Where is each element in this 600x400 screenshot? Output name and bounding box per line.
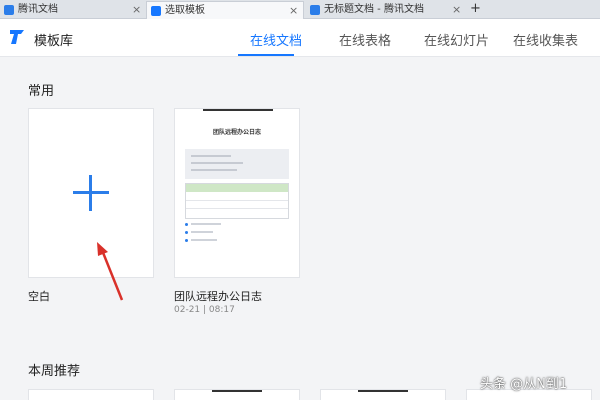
browser-tab-tencent-docs[interactable]: 腾讯文档 × — [0, 1, 146, 19]
preview-title: 团队远程办公日志 — [212, 129, 261, 136]
blank-template-card[interactable] — [28, 108, 154, 278]
nav-online-forms[interactable]: 在线收集表 — [513, 30, 578, 49]
close-icon[interactable]: × — [132, 1, 141, 19]
template-card-remote-log[interactable]: 团队远程办公日志 — [174, 108, 300, 278]
tab-label: 无标题文档 - 腾讯文档 — [324, 4, 424, 15]
nav-active-underline — [238, 54, 294, 56]
section-title-common: 常用 — [28, 84, 55, 99]
section-title-weekly: 本周推荐 — [28, 364, 81, 379]
nav-online-sheets[interactable]: 在线表格 — [339, 30, 391, 49]
tencent-docs-icon — [4, 5, 14, 15]
close-icon[interactable]: × — [452, 1, 461, 19]
watermark: 头条 @从N到1 — [480, 377, 568, 392]
nav-online-slides[interactable]: 在线幻灯片 — [424, 30, 489, 49]
recommended-card[interactable] — [28, 389, 154, 400]
preview-bullet — [185, 231, 188, 234]
tab-label: 选取模板 — [165, 5, 205, 16]
browser-tab-select-template[interactable]: 选取模板 × — [146, 1, 304, 19]
new-tab-button[interactable]: + — [470, 0, 481, 18]
recommended-card[interactable] — [174, 389, 300, 400]
recommended-card[interactable] — [320, 389, 446, 400]
nav-online-docs[interactable]: 在线文档 — [250, 30, 302, 49]
document-icon — [310, 5, 320, 15]
browser-tab-untitled-doc[interactable]: 无标题文档 - 腾讯文档 × — [306, 1, 466, 19]
template-card-meta: 02-21 | 08:17 — [174, 305, 235, 315]
preview-info-block — [185, 149, 289, 179]
blank-card-label: 空白 — [28, 290, 50, 303]
preview-table — [185, 183, 289, 219]
plus-icon — [73, 175, 109, 211]
preview-bullet — [185, 223, 188, 226]
template-icon — [151, 6, 161, 16]
app-header: 模板库 在线文档 在线表格 在线幻灯片 在线收集表 — [0, 19, 600, 57]
browser-tab-bar: 腾讯文档 × 选取模板 × 无标题文档 - 腾讯文档 × + — [0, 0, 600, 19]
template-card-label: 团队远程办公日志 — [174, 290, 262, 303]
page-title: 模板库 — [34, 34, 74, 49]
preview-bullet — [185, 239, 188, 242]
preview-top-bar — [203, 109, 273, 111]
template-library-logo-icon — [10, 30, 24, 44]
close-icon[interactable]: × — [289, 2, 298, 20]
tab-label: 腾讯文档 — [18, 4, 58, 15]
annotation-arrow-icon — [97, 242, 124, 301]
